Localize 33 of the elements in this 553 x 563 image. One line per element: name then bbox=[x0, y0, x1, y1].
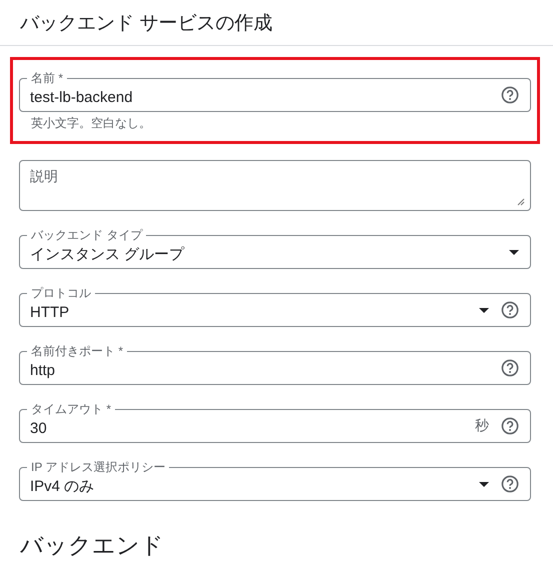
field-label: IP アドレス選択ポリシー bbox=[27, 460, 170, 474]
text-area[interactable]: 説明 bbox=[19, 160, 531, 211]
dropdown-caret-icon[interactable] bbox=[509, 250, 519, 254]
help-icon[interactable] bbox=[501, 301, 519, 319]
dropdown-field[interactable]: バックエンド タイプ インスタンス グループ bbox=[19, 228, 531, 269]
field-value: IPv4 のみ bbox=[30, 477, 96, 496]
dropdown-caret-icon[interactable] bbox=[479, 308, 489, 312]
hint-text: 英小文字。空白なし。 bbox=[30, 115, 152, 132]
field-label: 名前付きポート * bbox=[27, 344, 128, 358]
field-value: http bbox=[30, 362, 56, 379]
help-icon[interactable] bbox=[501, 86, 519, 104]
text-field[interactable]: タイムアウト * 30 秒 bbox=[19, 402, 531, 443]
unit-label: 秒 bbox=[475, 417, 489, 435]
field-label: プロトコル bbox=[27, 286, 95, 300]
field-value: 30 bbox=[30, 420, 48, 437]
field-label: 名前 * bbox=[27, 71, 68, 85]
field-value: test-lb-backend bbox=[30, 89, 134, 106]
field-label: 説明 bbox=[30, 168, 58, 186]
dropdown-field[interactable]: IP アドレス選択ポリシー IPv4 のみ bbox=[19, 460, 531, 501]
help-icon[interactable] bbox=[501, 417, 519, 435]
dropdown-field[interactable]: プロトコル HTTP bbox=[19, 286, 531, 327]
help-icon[interactable] bbox=[501, 359, 519, 377]
field-label: タイムアウト * bbox=[27, 402, 116, 416]
text-field[interactable]: 名前付きポート * http bbox=[19, 344, 531, 385]
resize-handle-icon[interactable] bbox=[517, 198, 525, 206]
page-title: バックエンド サービスの作成 bbox=[20, 12, 272, 36]
field-value: HTTP bbox=[30, 304, 70, 321]
field-value: インスタンス グループ bbox=[30, 245, 186, 264]
field-label: バックエンド タイプ bbox=[27, 228, 146, 242]
text-field[interactable]: 名前 * test-lb-backend bbox=[19, 71, 531, 112]
help-icon[interactable] bbox=[501, 475, 519, 493]
section-heading: バックエンド bbox=[20, 531, 165, 559]
dropdown-caret-icon[interactable] bbox=[479, 482, 489, 486]
